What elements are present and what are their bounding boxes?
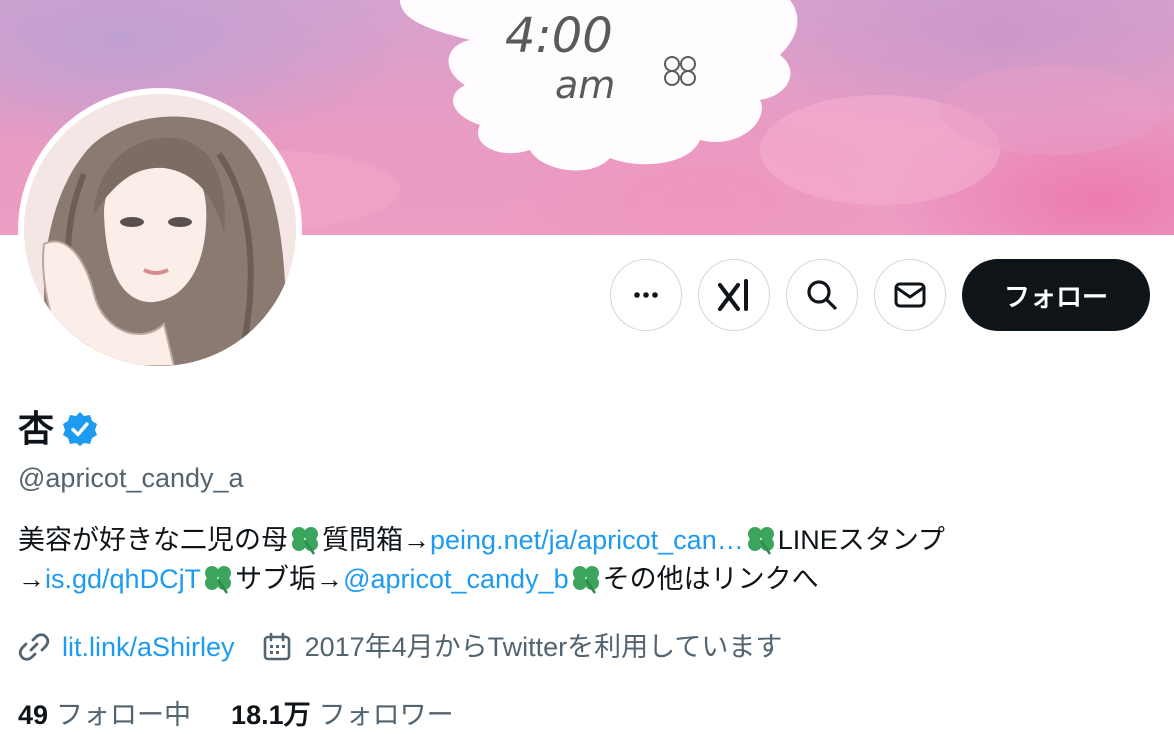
bio-text: 質問箱→ [322,525,430,555]
joined-item: 2017年4月からTwitterを利用しています [261,627,783,667]
followers-label: フォロワー [318,700,454,730]
followers-count: 18.1万 [231,700,311,730]
profile-meta: lit.link/aShirley 2017年4月からTwitterを利用してい… [18,627,808,667]
profile-page: 4:00 am フォロー 杏 @apricot_candy_a 美容が好きな二児… [0,0,1174,734]
calendar-icon [263,632,290,661]
banner-time-text: 4:00 [505,8,613,64]
bio-link-peing[interactable]: peing.net/ja/apricot_can… [430,525,744,555]
link-icon [18,633,50,661]
more-button[interactable] [610,259,682,331]
name-row: 杏 [18,405,98,453]
mail-icon [894,282,926,308]
avatar[interactable] [18,88,302,372]
followers-stat[interactable]: 18.1万 フォロワー [231,696,454,734]
bio-link-isgd[interactable]: is.gd/qhDCjT [45,564,201,594]
clover-icon [292,527,318,555]
bio-text: LINEスタンプ [777,525,945,555]
clover-icon [205,566,232,594]
clover-icon [572,566,599,594]
message-button[interactable] [874,259,946,331]
handle: @apricot_candy_a [18,463,244,493]
search-icon [807,280,837,310]
search-button[interactable] [786,259,858,331]
grok-button[interactable] [698,259,770,331]
clover-icon [747,527,774,555]
follow-button[interactable]: フォロー [962,259,1150,331]
following-label: フォロー中 [56,700,192,730]
following-stat[interactable]: 49 フォロー中 [18,696,191,734]
following-count: 49 [18,700,49,730]
banner-ampm-text: am [555,63,615,107]
more-horizontal-icon [634,292,658,298]
avatar-image [24,94,296,366]
website-link[interactable]: lit.link/aShirley [62,627,235,667]
bio: 美容が好きな二児の母 質問箱→peing.net/ja/apricot_can… L… [18,521,1158,599]
website-item: lit.link/aShirley [18,627,235,667]
display-name: 杏 [18,408,55,449]
verified-badge-icon[interactable] [62,411,98,447]
bio-text: その他はリンクへ [602,564,819,594]
profile-stats: 49 フォロー中 18.1万 フォロワー [18,696,494,734]
bio-text: サブ垢→ [235,564,344,594]
bio-text: → [18,564,45,594]
grok-icon [718,279,748,311]
bio-mention-sub[interactable]: @apricot_candy_b [343,564,569,594]
joined-date: 2017年4月からTwitterを利用しています [304,632,783,662]
bio-text: 美容が好きな二児の母 [18,525,288,555]
